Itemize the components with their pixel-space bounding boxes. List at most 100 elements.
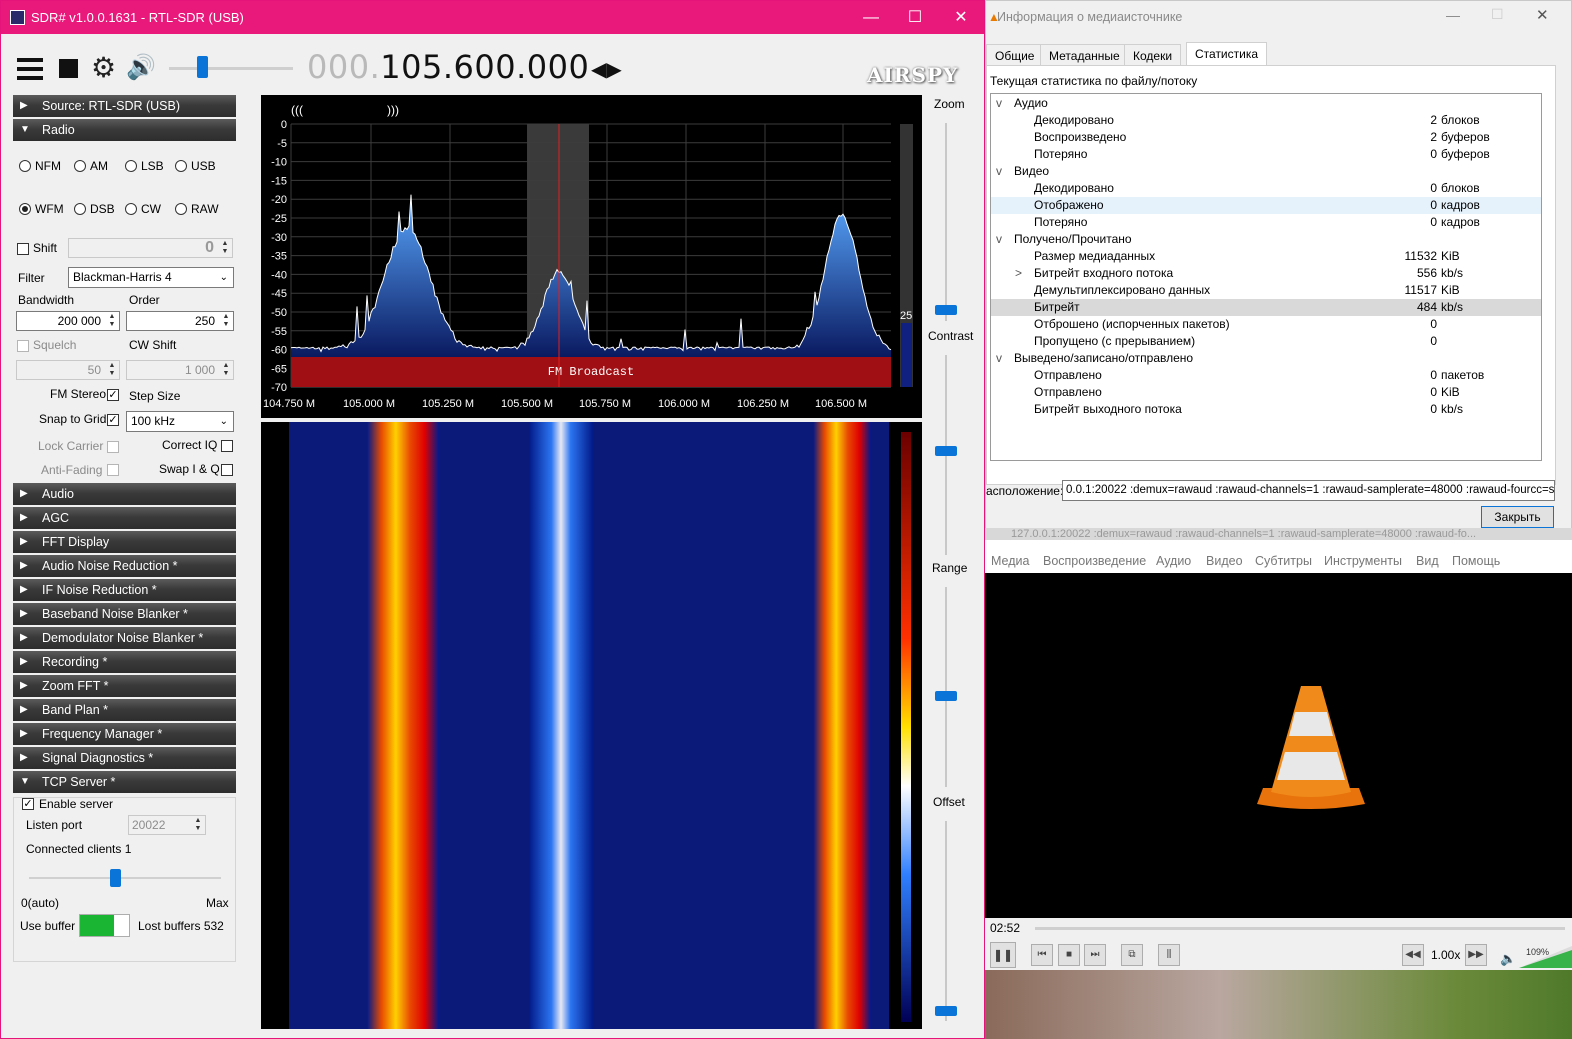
- section-band-plan[interactable]: ▶ Band Plan *: [13, 699, 236, 721]
- menu-tools[interactable]: Инструменты: [1324, 554, 1402, 568]
- tree-group[interactable]: v Получено/Прочитано: [991, 231, 1541, 248]
- speaker-icon[interactable]: 🔊: [126, 54, 156, 82]
- section-demodulator-noise-blanker[interactable]: ▶ Demodulator Noise Blanker *: [13, 627, 236, 649]
- stop-icon[interactable]: [59, 59, 78, 78]
- tree-row[interactable]: Отброшено (испорченных пакетов) 0: [991, 316, 1541, 333]
- tree-row[interactable]: Отправлено 0 KiB: [991, 384, 1541, 401]
- tree-row[interactable]: Отображено 0 кадров: [991, 197, 1541, 214]
- menu-playback[interactable]: Воспроизведение: [1043, 554, 1146, 568]
- squelch-checkbox[interactable]: [17, 340, 29, 352]
- tree-row[interactable]: Декодировано 0 блоков: [991, 180, 1541, 197]
- radio-raw[interactable]: [175, 203, 187, 215]
- tree-row[interactable]: Битрейт выходного потока 0 kb/s: [991, 401, 1541, 418]
- maximize-button[interactable]: ☐: [892, 1, 938, 34]
- tree-row[interactable]: Размер медиаданных 11532 KiB: [991, 248, 1541, 265]
- radio-lsb[interactable]: [125, 160, 137, 172]
- seek-bar[interactable]: [1035, 927, 1565, 930]
- chevron-down-icon[interactable]: v: [996, 231, 1002, 248]
- tree-group[interactable]: v Видео: [991, 163, 1541, 180]
- chevron-down-icon[interactable]: v: [996, 95, 1002, 112]
- use-buffer-toggle[interactable]: [79, 914, 130, 937]
- radio-usb[interactable]: [175, 160, 187, 172]
- bandwidth-input[interactable]: 200 000 ▲ ▼: [16, 311, 120, 331]
- radio-cw[interactable]: [125, 203, 137, 215]
- section-signal-diagnostics[interactable]: ▶ Signal Diagnostics *: [13, 747, 236, 769]
- radio-am[interactable]: [74, 160, 86, 172]
- menu-audio[interactable]: Аудио: [1156, 554, 1191, 568]
- tree-group[interactable]: v Выведено/записано/отправлено: [991, 350, 1541, 367]
- fm-stereo-checkbox[interactable]: ✓: [107, 389, 119, 401]
- extended-settings-button[interactable]: ⫼: [1158, 944, 1180, 966]
- tuning-arrows-icon[interactable]: ◀▶: [591, 57, 622, 82]
- statistics-tree[interactable]: v Аудио Декодировано 2 блоков Воспроизведено 2…: [990, 93, 1542, 461]
- menu-help[interactable]: Помощь: [1452, 554, 1500, 568]
- cwshift-input[interactable]: 1 000 ▲ ▼: [126, 360, 234, 380]
- tree-group[interactable]: v Аудио: [991, 95, 1541, 112]
- shift-checkbox[interactable]: [17, 243, 29, 255]
- previous-button[interactable]: ⏮: [1031, 944, 1053, 966]
- menu-icon[interactable]: [17, 58, 43, 80]
- close-dialog-button[interactable]: Закрыть: [1481, 506, 1554, 528]
- tree-row[interactable]: Потеряно 0 кадров: [991, 214, 1541, 231]
- zoom-slider-track[interactable]: [945, 123, 947, 321]
- close-button[interactable]: ✕: [1536, 6, 1549, 24]
- lock-carrier-checkbox[interactable]: [107, 441, 119, 453]
- step-size-select[interactable]: 100 kHz ⌄: [126, 411, 234, 432]
- listen-port-input[interactable]: 20022 ▲ ▼: [128, 815, 206, 835]
- buffer-slider-thumb[interactable]: [110, 869, 121, 887]
- filter-select[interactable]: Blackman-Harris 4 ⌄: [68, 267, 234, 288]
- gear-icon[interactable]: ⚙: [91, 54, 116, 82]
- close-button[interactable]: ✕: [938, 1, 984, 34]
- slower-button[interactable]: ◀◀: [1402, 944, 1424, 966]
- section-agc[interactable]: ▶ AGC: [13, 507, 236, 529]
- fullscreen-button[interactable]: ⧉: [1121, 944, 1143, 966]
- pause-button[interactable]: ❚❚: [990, 942, 1016, 968]
- order-input[interactable]: 250 ▲ ▼: [126, 311, 234, 331]
- snap-grid-checkbox[interactable]: ✓: [107, 414, 119, 426]
- spectrum-display[interactable]: 0 -5 -10 -15 -20 -25 -30 -35 -40 -45 -50 -55 -60 -65 -…: [261, 95, 922, 418]
- section-if-noise-reduction[interactable]: ▶ IF Noise Reduction *: [13, 579, 236, 601]
- tree-row[interactable]: Отправлено 0 пакетов: [991, 367, 1541, 384]
- menu-media[interactable]: Медиа: [991, 554, 1029, 568]
- section-zoom-fft[interactable]: ▶ Zoom FFT *: [13, 675, 236, 697]
- minimize-button[interactable]: —: [848, 1, 894, 34]
- contrast-slider-thumb[interactable]: [935, 446, 957, 456]
- tree-row[interactable]: Битрейт 484 kb/s: [991, 299, 1541, 316]
- chevron-down-icon[interactable]: v: [996, 163, 1002, 180]
- range-slider-thumb[interactable]: [935, 691, 957, 701]
- tree-row[interactable]: > Битрейт входного потока 556 kb/s: [991, 265, 1541, 282]
- section-fft-display[interactable]: ▶ FFT Display: [13, 531, 236, 553]
- faster-button[interactable]: ▶▶: [1465, 944, 1487, 966]
- offset-slider-track[interactable]: [945, 821, 947, 1021]
- range-slider-track[interactable]: [945, 587, 947, 787]
- chevron-down-icon[interactable]: v: [996, 350, 1002, 367]
- volume-icon[interactable]: 🔈: [1500, 951, 1516, 967]
- tree-row[interactable]: Декодировано 2 блоков: [991, 112, 1541, 129]
- radio-dsb[interactable]: [74, 203, 86, 215]
- waterfall-display[interactable]: [261, 422, 922, 1029]
- location-input[interactable]: 0.0.1:20022 :demux=rawaud :rawaud-channe…: [1062, 480, 1555, 501]
- chevron-right-icon[interactable]: >: [1015, 265, 1022, 282]
- volume-slider-track[interactable]: [169, 67, 293, 70]
- anti-fading-checkbox[interactable]: [107, 464, 119, 476]
- tree-row[interactable]: Воспроизведено 2 буферов: [991, 129, 1541, 146]
- tab-statistics[interactable]: Статистика: [1186, 42, 1268, 66]
- section-audio-noise-reduction[interactable]: ▶ Audio Noise Reduction *: [13, 555, 236, 577]
- maximize-button[interactable]: ☐: [1491, 6, 1504, 23]
- section-radio[interactable]: ▼ Radio: [13, 119, 236, 141]
- section-frequency-manager[interactable]: ▶ Frequency Manager *: [13, 723, 236, 745]
- next-button[interactable]: ⏭: [1084, 944, 1106, 966]
- section-tcp-server[interactable]: ▼ TCP Server *: [13, 771, 236, 793]
- tab-metadata[interactable]: Метаданные: [1040, 44, 1129, 65]
- radio-wfm[interactable]: [19, 203, 31, 215]
- volume-slider-thumb[interactable]: [197, 56, 208, 78]
- tab-general[interactable]: Общие: [986, 44, 1044, 65]
- offset-slider-thumb[interactable]: [935, 1006, 957, 1016]
- stop-button[interactable]: ■: [1058, 944, 1080, 966]
- tree-row[interactable]: Пропущено (с прерыванием) 0: [991, 333, 1541, 350]
- tree-row[interactable]: Потеряно 0 буферов: [991, 146, 1541, 163]
- buffer-slider-track[interactable]: [29, 877, 221, 879]
- zoom-slider-thumb[interactable]: [935, 305, 957, 315]
- menu-view[interactable]: Вид: [1416, 554, 1439, 568]
- correct-iq-checkbox[interactable]: [221, 440, 233, 452]
